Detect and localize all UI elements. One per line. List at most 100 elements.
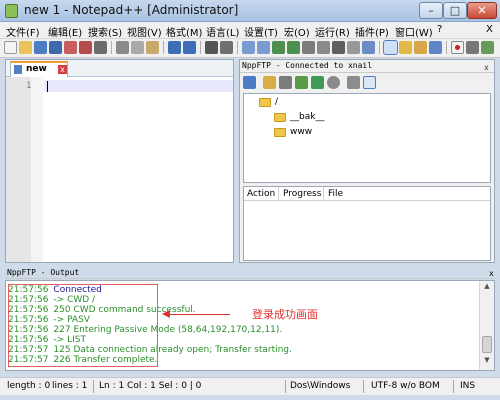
macro-stop-record-icon[interactable] (466, 41, 479, 54)
output-title-text: NppFTP - Output (7, 268, 80, 277)
sync-vertical-icon[interactable] (272, 41, 285, 54)
save-all-icon[interactable] (49, 41, 62, 54)
toolbar-separator (111, 41, 112, 54)
menu-window[interactable]: 窗口(W) (395, 24, 433, 39)
menu-help[interactable]: ? (437, 24, 442, 35)
open-file-icon[interactable] (19, 41, 32, 54)
upload-icon[interactable] (295, 76, 308, 89)
column-action[interactable]: Action (247, 189, 275, 199)
close-document-button[interactable]: X (486, 24, 493, 35)
function-list-icon[interactable] (429, 41, 442, 54)
status-insert-mode: INS (460, 381, 476, 391)
maximize-button[interactable]: □ (443, 2, 467, 19)
nppftp-toggle-icon[interactable] (383, 40, 398, 55)
scroll-up-arrow-icon[interactable]: ▲ (482, 282, 492, 294)
menu-macro[interactable]: 宏(O) (284, 24, 310, 39)
scrollbar-thumb[interactable] (482, 336, 492, 353)
toolbar-separator (163, 41, 164, 54)
new-file-icon[interactable] (4, 41, 17, 54)
minimize-button[interactable]: – (419, 2, 443, 19)
nppftp-close-button[interactable]: x (484, 62, 489, 74)
close-all-icon[interactable] (79, 41, 92, 54)
show-messages-icon[interactable] (363, 76, 376, 89)
macro-playback-icon[interactable] (481, 41, 494, 54)
folder-icon (274, 128, 286, 137)
tree-item-www[interactable]: www (290, 127, 312, 137)
menu-view[interactable]: 视图(V) (127, 24, 162, 39)
menu-edit[interactable]: 编辑(E) (48, 24, 82, 39)
user-language-icon[interactable] (347, 41, 360, 54)
zoom-out-icon[interactable] (257, 41, 270, 54)
menu-search[interactable]: 搜索(S) (88, 24, 122, 39)
menu-format[interactable]: 格式(M) (166, 24, 202, 39)
annotation-arrow-line (164, 314, 230, 315)
menu-plugins[interactable]: 插件(P) (355, 24, 389, 39)
notepadpp-app-icon[interactable] (5, 4, 18, 18)
download-icon[interactable] (279, 76, 292, 89)
editor-pane: new x 1 (5, 59, 234, 263)
column-progress[interactable]: Progress (283, 189, 321, 199)
menu-settings[interactable]: 设置(T) (244, 24, 278, 39)
menu-file[interactable]: 文件(F) (6, 24, 40, 39)
indent-guide-icon[interactable] (332, 41, 345, 54)
print-icon[interactable] (94, 41, 107, 54)
output-panel-title: NppFTP - Output x (5, 267, 495, 279)
status-divider (285, 380, 286, 393)
refresh-icon[interactable] (311, 76, 324, 89)
paste-icon[interactable] (146, 41, 159, 54)
replace-icon[interactable] (220, 41, 233, 54)
status-position: Ln : 1 Col : 1 Sel : 0 | 0 (99, 381, 202, 391)
column-file[interactable]: File (328, 189, 343, 199)
show-all-chars-icon[interactable] (317, 41, 330, 54)
toolbar-separator (379, 41, 380, 54)
redo-icon[interactable] (183, 41, 196, 54)
status-divider (93, 380, 94, 393)
main-toolbar (0, 39, 500, 58)
menu-language[interactable]: 语言(L) (206, 24, 239, 39)
line-number: 1 (26, 81, 32, 91)
nppftp-panel-title: NppFTP - Connected to xnail x (240, 60, 494, 73)
document-tab-bar: new x (6, 60, 233, 77)
nppftp-title-text: NppFTP - Connected to xnail (242, 61, 373, 70)
find-icon[interactable] (205, 41, 218, 54)
tab-close-icon[interactable]: x (58, 65, 67, 74)
tree-item-root[interactable]: / (275, 97, 278, 107)
status-divider (453, 380, 454, 393)
open-folder-icon[interactable] (263, 76, 276, 89)
tree-item-bak[interactable]: __bak__ (290, 112, 324, 122)
word-wrap-icon[interactable] (302, 41, 315, 54)
undo-icon[interactable] (168, 41, 181, 54)
plugin-icon[interactable] (414, 41, 427, 54)
document-tab-new-1[interactable]: new x (10, 61, 68, 77)
sync-horizontal-icon[interactable] (287, 41, 300, 54)
queue-header: Action Progress File (244, 187, 490, 201)
column-divider[interactable] (278, 187, 279, 201)
current-line-highlight[interactable] (44, 80, 233, 92)
title-bar: new 1 - Notepad++ [Administrator] – □ ✕ (0, 0, 500, 22)
doc-map-icon[interactable] (362, 41, 375, 54)
toolbar-separator (446, 41, 447, 54)
copy-icon[interactable] (131, 41, 144, 54)
abort-icon[interactable] (327, 76, 340, 89)
column-divider[interactable] (323, 187, 324, 201)
menu-run[interactable]: 运行(R) (315, 24, 350, 39)
folder-icon (259, 98, 271, 107)
cut-icon[interactable] (116, 41, 129, 54)
scroll-down-arrow-icon[interactable]: ▼ (482, 356, 492, 368)
status-length: length : 0 (7, 381, 51, 391)
output-scrollbar[interactable]: ▲ ▼ (479, 281, 494, 370)
macro-start-record-icon[interactable] (451, 41, 464, 54)
fold-margin (31, 77, 43, 262)
window-title: new 1 - Notepad++ [Administrator] (24, 3, 239, 17)
zoom-in-icon[interactable] (242, 41, 255, 54)
status-encoding: UTF-8 w/o BOM (371, 381, 440, 391)
save-icon[interactable] (34, 41, 47, 54)
connect-icon[interactable] (243, 76, 256, 89)
close-icon[interactable] (64, 41, 77, 54)
close-window-button[interactable]: ✕ (467, 2, 497, 19)
text-caret (47, 81, 48, 92)
folder-workspace-icon[interactable] (399, 41, 412, 54)
output-close-button[interactable]: x (489, 268, 494, 279)
transfer-queue: Action Progress File (243, 186, 491, 261)
settings-gear-icon[interactable] (347, 76, 360, 89)
